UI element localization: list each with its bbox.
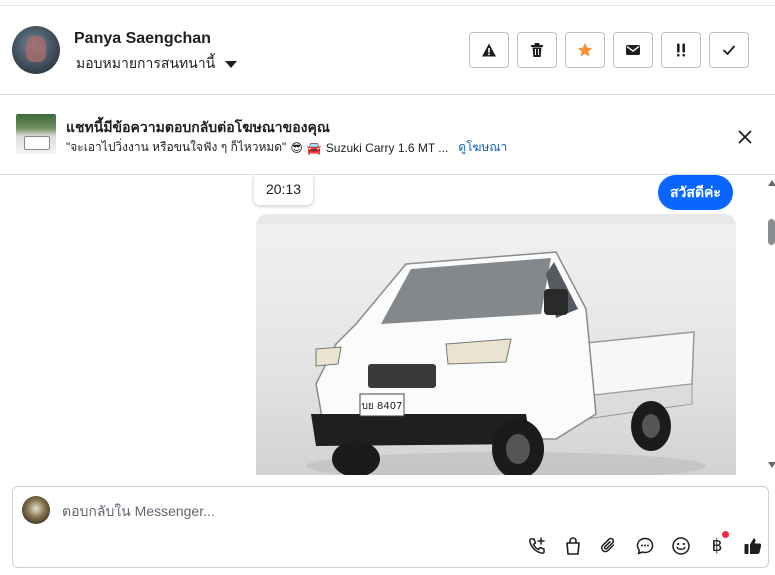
- star-icon: [577, 42, 593, 57]
- ad-reply-banner: แชทนี้มีข้อความตอบกลับต่อโฆษณาของคุณ "จะ…: [0, 95, 775, 175]
- outgoing-message-bubble[interactable]: สวัสดีค่ะ: [658, 175, 733, 210]
- warning-icon: [482, 43, 496, 57]
- reply-composer: ฿: [12, 486, 769, 568]
- car-emoji-icon: 🚘: [306, 140, 322, 155]
- truck-photo-attachment[interactable]: บย 8407: [256, 214, 736, 475]
- like-button[interactable]: [735, 534, 771, 558]
- star-button[interactable]: [565, 32, 605, 68]
- truck-image: บย 8407: [256, 214, 736, 475]
- shop-button[interactable]: [555, 534, 591, 558]
- baht-icon: ฿: [711, 536, 723, 556]
- license-plate: บย 8407: [362, 401, 403, 412]
- scroll-down-arrow-icon[interactable]: [768, 462, 775, 468]
- paperclip-icon: [601, 537, 615, 553]
- reply-input[interactable]: [62, 500, 662, 522]
- caret-down-icon: [225, 60, 238, 68]
- shopping-bag-icon: [566, 537, 580, 555]
- phone-plus-icon: [529, 537, 545, 554]
- ad-name-text: Suzuki Carry 1.6 MT ...: [325, 140, 449, 155]
- assign-label: มอบหมายการสนทนานี้: [76, 55, 216, 71]
- page-avatar: [22, 496, 50, 524]
- check-icon: [723, 45, 735, 55]
- emoji-button[interactable]: [663, 534, 699, 558]
- view-ad-link[interactable]: ดูโฆษณา: [458, 138, 507, 157]
- saved-replies-button[interactable]: [627, 534, 663, 558]
- smiley-icon: [672, 537, 690, 555]
- ad-banner-title: แชทนี้มีข้อความตอบกลับต่อโฆษณาของคุณ: [66, 119, 330, 135]
- mark-unread-button[interactable]: [613, 32, 653, 68]
- payment-button[interactable]: ฿: [699, 531, 735, 558]
- ad-thumbnail[interactable]: [16, 114, 56, 154]
- report-button[interactable]: [469, 32, 509, 68]
- assign-conversation-dropdown[interactable]: มอบหมายการสนทนานี้: [76, 53, 238, 75]
- attach-button[interactable]: [591, 534, 627, 558]
- call-button[interactable]: [519, 534, 555, 558]
- trash-icon: [531, 43, 543, 57]
- notification-dot: [722, 531, 729, 538]
- timestamp-tooltip: 20:13: [254, 175, 313, 205]
- follow-up-button[interactable]: [661, 32, 701, 68]
- exclamation-icon: [677, 43, 685, 57]
- mark-done-button[interactable]: [709, 32, 749, 68]
- ad-banner-subtitle: "จะเอาไปวิ่งงาน หรือขนใจฟัง ๆ ก็ไหวหมด" …: [66, 138, 507, 157]
- header-actions: [469, 32, 749, 68]
- sunglasses-emoji-icon: 😎: [290, 140, 303, 155]
- delete-button[interactable]: [517, 32, 557, 68]
- close-icon[interactable]: [736, 128, 754, 146]
- ad-quote-text: "จะเอาไปวิ่งงาน หรือขนใจฟัง ๆ ก็ไหวหมด": [66, 140, 287, 154]
- contact-name[interactable]: Panya Saengchan: [74, 30, 211, 48]
- composer-toolbar: ฿: [519, 531, 771, 558]
- scrollbar-thumb[interactable]: [768, 219, 775, 245]
- conversation-header: Panya Saengchan มอบหมายการสนทนานี้: [0, 6, 775, 95]
- scroll-up-arrow-icon[interactable]: [768, 180, 775, 186]
- envelope-icon: [626, 45, 640, 55]
- contact-avatar[interactable]: [12, 26, 60, 74]
- thumbs-up-icon: [744, 538, 762, 554]
- chat-bubble-icon: [636, 537, 654, 555]
- message-thread[interactable]: สวัสดีค่ะ บย 8407 20:13: [0, 175, 775, 475]
